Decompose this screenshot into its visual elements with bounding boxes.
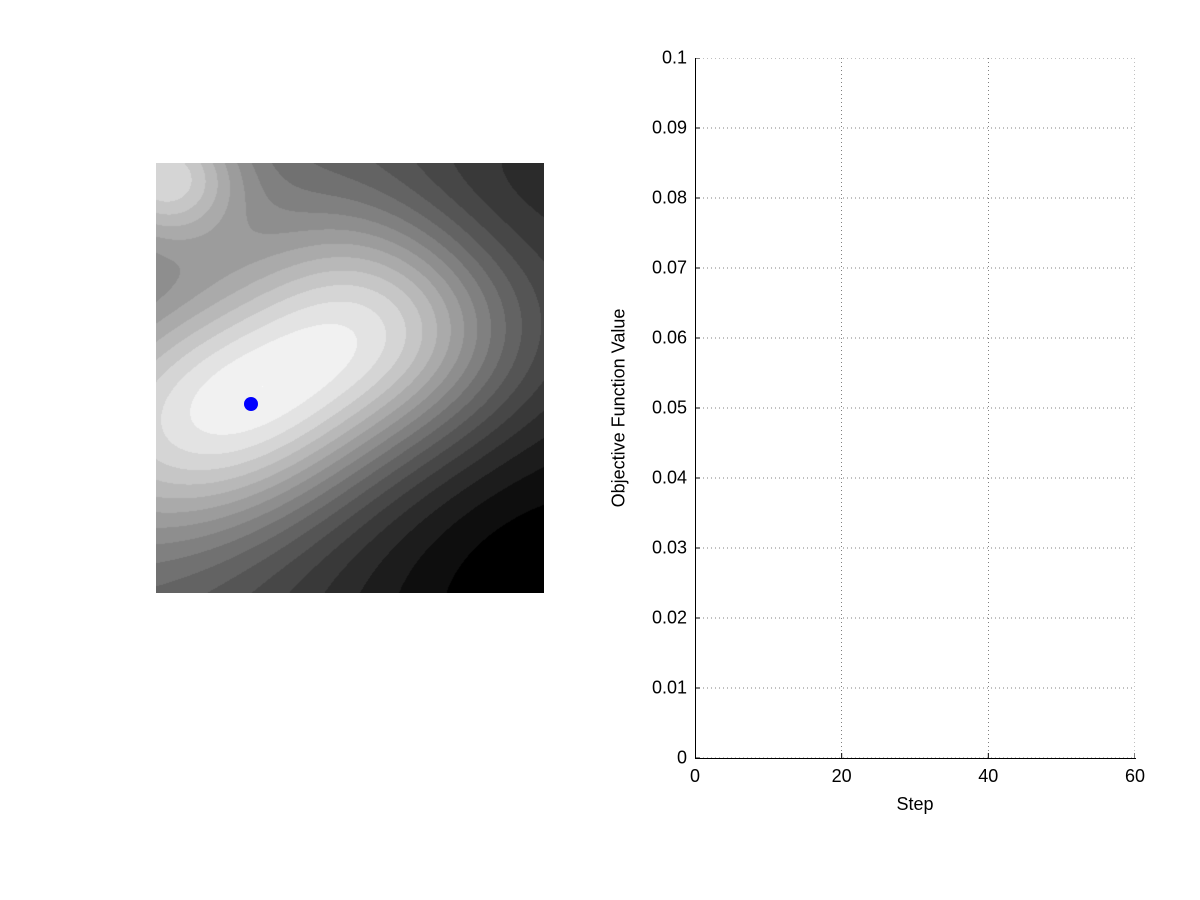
ytick-7: 0.07 [645, 258, 687, 279]
ytick-2: 0.02 [645, 608, 687, 629]
ytick-4: 0.04 [645, 468, 687, 489]
xtick-2: 40 [978, 766, 998, 787]
ytick-1: 0.01 [645, 678, 687, 699]
heatmap-image [156, 163, 544, 593]
ytick-0: 0 [645, 748, 687, 769]
line-plot-axes: 0 20 40 60 0 0.01 0.02 0.03 0.04 0.05 0.… [695, 58, 1135, 758]
current-point-marker [244, 397, 258, 411]
ytick-5: 0.05 [645, 398, 687, 419]
y-axis-label: Objective Function Value [609, 309, 630, 508]
ytick-9: 0.09 [645, 118, 687, 139]
ytick-3: 0.03 [645, 538, 687, 559]
xtick-3: 60 [1125, 766, 1145, 787]
x-axis-label: Step [896, 794, 933, 815]
plot-border [695, 58, 1136, 759]
xtick-0: 0 [690, 766, 700, 787]
heatmap-axes [156, 163, 544, 593]
figure-container: 0 20 40 60 0 0.01 0.02 0.03 0.04 0.05 0.… [0, 0, 1200, 900]
ytick-8: 0.08 [645, 188, 687, 209]
ytick-10: 0.1 [645, 48, 687, 69]
xtick-1: 20 [832, 766, 852, 787]
ytick-6: 0.06 [645, 328, 687, 349]
